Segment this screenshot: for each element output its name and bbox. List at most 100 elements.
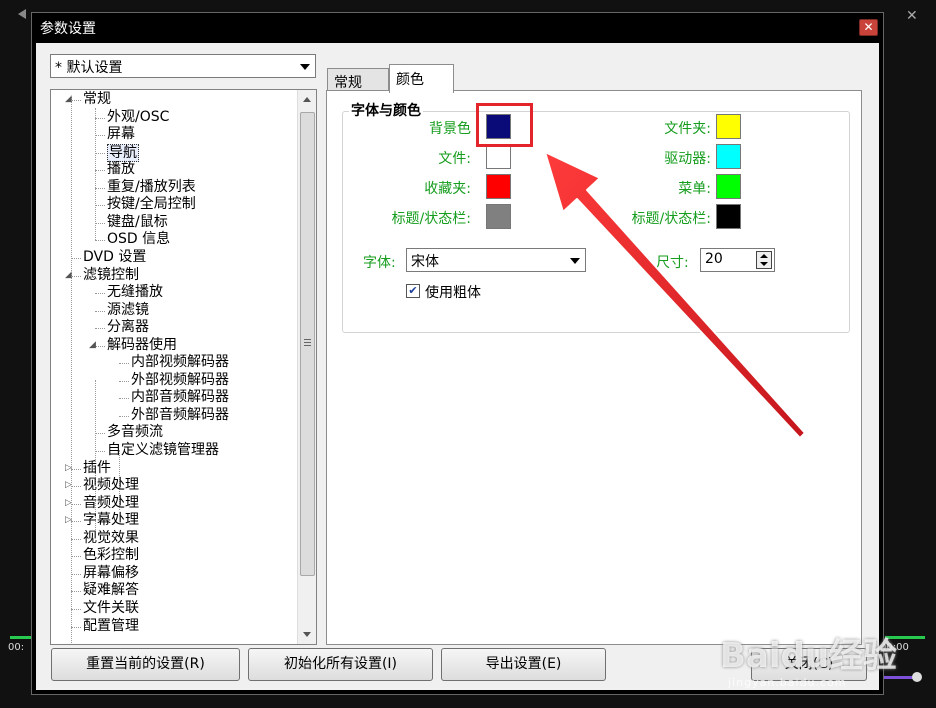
label-file: 文件: — [438, 151, 471, 167]
tree-item[interactable]: 多音频流 — [107, 424, 163, 440]
init-all-settings-button[interactable]: 初始化所有设置(I) — [248, 648, 433, 681]
label-size: 尺寸: — [656, 255, 689, 271]
folder-color-swatch[interactable] — [716, 114, 741, 139]
tab-color[interactable]: 颜色 — [389, 64, 454, 93]
tree-connector — [95, 345, 105, 347]
tree-connector — [71, 556, 81, 558]
label-titlebar-left: 标题/状态栏: — [391, 211, 471, 227]
tree-connector — [71, 468, 81, 470]
collapse-arrow-icon[interactable]: ◢ — [89, 340, 96, 350]
label-folder: 文件夹: — [664, 121, 711, 137]
tree-item[interactable]: 内部音频解码器 — [131, 389, 229, 405]
tree-item[interactable]: 解码器使用 — [107, 337, 177, 353]
tree-item[interactable]: 色彩控制 — [83, 547, 139, 563]
watermark-url: jingyan.baidu.com — [728, 676, 847, 689]
tree-item[interactable]: 外部音频解码器 — [131, 407, 229, 423]
tree-item[interactable]: 外观/OSC — [107, 109, 169, 125]
reset-settings-button[interactable]: 重置当前的设置(R) — [51, 648, 240, 681]
highlight-box — [476, 103, 533, 147]
titlebar-color-swatch-left[interactable] — [486, 204, 511, 229]
tree-item[interactable]: 屏幕偏移 — [83, 565, 139, 581]
tree-connector — [71, 257, 81, 259]
tree-item[interactable]: 源滤镜 — [107, 302, 149, 318]
title-bar[interactable]: 参数设置 ✕ — [32, 13, 883, 41]
tree-connector — [95, 152, 105, 154]
tree-item[interactable]: 视频处理 — [83, 477, 139, 493]
tree-connector — [119, 398, 129, 400]
export-settings-button[interactable]: 导出设置(E) — [441, 648, 606, 681]
scroll-down-icon[interactable] — [303, 632, 311, 637]
menu-color-swatch[interactable] — [716, 174, 741, 199]
chevron-down-icon[interactable] — [570, 258, 580, 264]
tree-item[interactable]: 插件 — [83, 460, 111, 476]
spin-up-icon[interactable] — [760, 254, 768, 258]
scrollbar-thumb[interactable] — [300, 112, 315, 576]
tree-item[interactable]: 配置管理 — [83, 618, 139, 634]
tree-item[interactable]: 按键/全局控制 — [107, 196, 196, 212]
label-background-color: 背景色 — [429, 121, 471, 137]
grip-icon — [304, 339, 311, 346]
label-favorites: 收藏夹: — [424, 181, 471, 197]
spin-down-icon[interactable] — [760, 262, 768, 266]
tree-item[interactable]: 播放 — [107, 161, 135, 177]
preset-value: * 默认设置 — [55, 60, 123, 76]
file-color-swatch[interactable] — [486, 144, 511, 169]
tree-item[interactable]: DVD 设置 — [83, 249, 146, 265]
tree-item[interactable]: 分离器 — [107, 319, 149, 335]
tab-general[interactable]: 常规 — [327, 68, 389, 92]
tree-item[interactable]: 重复/播放列表 — [107, 179, 196, 195]
tree-item[interactable]: OSD 信息 — [107, 231, 170, 247]
color-tab-panel: 字体与颜色 背景色 文件: 收藏夹: 标题/状态栏: 文件夹: 驱动器: 菜单:… — [326, 90, 862, 645]
player-close-icon[interactable]: ✕ — [906, 8, 918, 24]
tree-connector — [95, 222, 105, 224]
settings-tree: ◢ ◢ ◢ ▷ ▷ ▷ ▷ 常规 外观/OSC 屏幕 导航 播放 重复/播放列表 按键/全局控制 键盘/鼠… — [50, 89, 317, 645]
tree-connector — [71, 591, 81, 593]
tree-guide — [71, 96, 72, 644]
previous-icon — [18, 9, 26, 19]
tree-item[interactable]: 导航 — [107, 143, 139, 162]
font-select[interactable]: 宋体 — [406, 248, 586, 272]
tree-scrollbar[interactable] — [297, 90, 316, 644]
check-icon: ✔ — [408, 284, 418, 297]
window-title: 参数设置 — [40, 21, 96, 37]
settings-dialog: 参数设置 ✕ * 默认设置 ◢ ◢ ◢ ▷ ▷ ▷ ▷ 常规 外观/OSC 屏幕 导航 播放 重复/播… — [31, 12, 884, 695]
tree-connector — [95, 117, 105, 119]
tree-item[interactable]: 音频处理 — [83, 495, 139, 511]
tree-item[interactable]: 外部视频解码器 — [131, 372, 229, 388]
tree-item[interactable]: 键盘/鼠标 — [107, 214, 168, 230]
tree-connector — [71, 538, 81, 540]
tree-item[interactable]: 无缝播放 — [107, 284, 163, 300]
titlebar-color-swatch-right[interactable] — [716, 204, 741, 229]
tree-item[interactable]: 常规 — [83, 91, 111, 107]
font-value: 宋体 — [411, 254, 439, 270]
tree-item[interactable]: 自定义滤镜管理器 — [107, 442, 219, 458]
chevron-down-icon[interactable] — [300, 64, 310, 70]
dialog-client: * 默认设置 ◢ ◢ ◢ ▷ ▷ ▷ ▷ 常规 外观/OSC 屏幕 导航 播放 重复/播放列表 按键/全… — [36, 43, 879, 690]
label-titlebar-right: 标题/状态栏: — [631, 211, 711, 227]
tree-item[interactable]: 疑难解答 — [83, 582, 139, 598]
bold-label: 使用粗体 — [425, 285, 481, 301]
volume-knob[interactable] — [912, 672, 922, 682]
tree-item[interactable]: 内部视频解码器 — [131, 354, 229, 370]
tree-connector — [71, 100, 81, 101]
spin-buttons[interactable] — [756, 251, 772, 269]
tree-item[interactable]: 屏幕 — [107, 126, 135, 142]
preset-select[interactable]: * 默认设置 — [50, 54, 316, 78]
tree-connector — [71, 626, 81, 628]
close-icon[interactable]: ✕ — [859, 19, 878, 36]
tree-connector — [71, 503, 81, 505]
tree-item[interactable]: 文件关联 — [83, 600, 139, 616]
size-value: 20 — [705, 251, 723, 267]
label-menu: 菜单: — [678, 181, 711, 197]
bold-checkbox[interactable]: ✔ — [406, 284, 420, 298]
tree-item[interactable]: 视觉效果 — [83, 530, 139, 546]
favorites-color-swatch[interactable] — [486, 174, 511, 199]
scroll-up-icon[interactable] — [303, 97, 311, 102]
tree-connector — [71, 486, 81, 488]
size-stepper[interactable]: 20 — [700, 248, 775, 272]
tree-connector — [95, 205, 105, 207]
tree-item[interactable]: 滤镜控制 — [83, 267, 139, 283]
label-drive: 驱动器: — [664, 151, 711, 167]
drive-color-swatch[interactable] — [716, 144, 741, 169]
tree-item[interactable]: 字幕处理 — [83, 512, 139, 528]
